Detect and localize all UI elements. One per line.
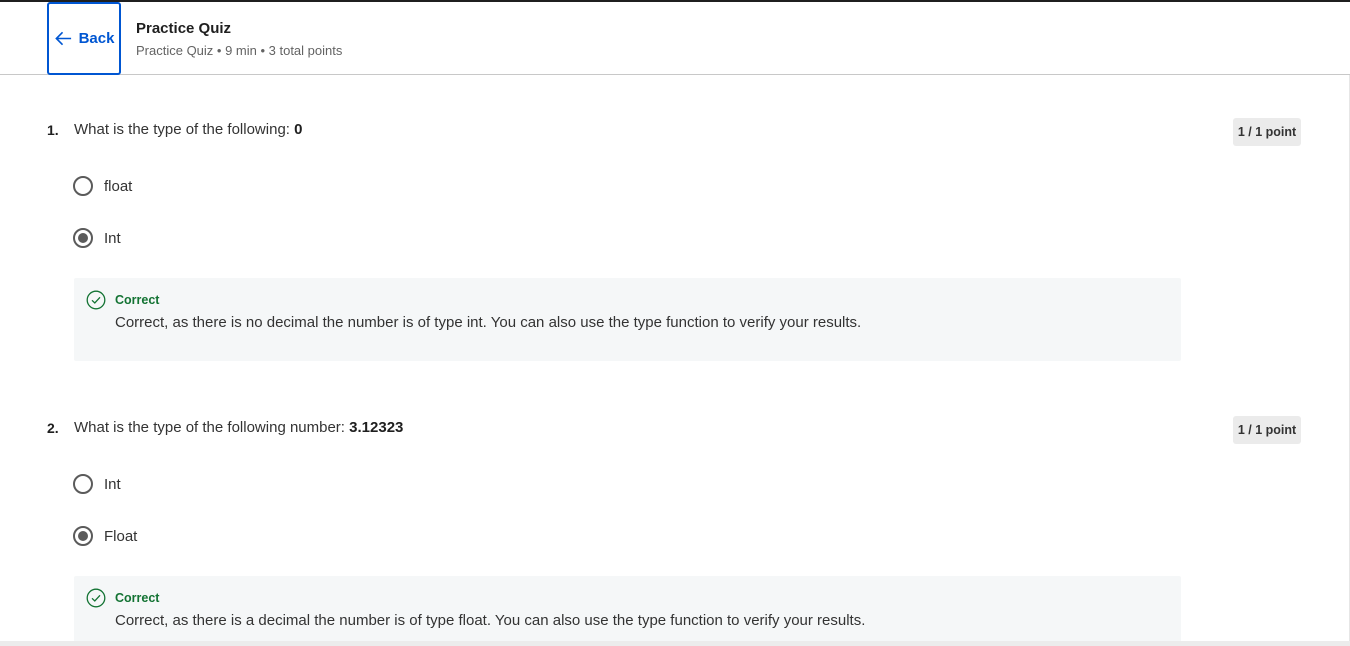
- option-label: float: [104, 177, 133, 195]
- back-button-label: Back: [78, 30, 115, 47]
- points-badge: 1 / 1 point: [1233, 118, 1301, 146]
- back-button[interactable]: Back: [47, 2, 121, 75]
- feedback-text: Correct, as there is no decimal the numb…: [115, 314, 862, 331]
- check-circle-icon: [86, 588, 106, 608]
- option-label: Int: [104, 229, 121, 247]
- question-text: What is the type of the following: 0: [74, 121, 303, 138]
- feedback-text: Correct, as there is a decimal the numbe…: [115, 612, 866, 629]
- arrow-left-icon: [54, 31, 71, 46]
- radio-button-selected[interactable]: [73, 526, 93, 546]
- answer-option[interactable]: float: [73, 176, 132, 196]
- question-number: 1.: [47, 122, 59, 138]
- check-circle-icon: [86, 290, 106, 310]
- feedback-panel: Correct Correct, as there is a decimal t…: [74, 576, 1181, 641]
- question-emphasis: 0: [294, 121, 303, 138]
- answer-option[interactable]: Float: [73, 526, 137, 546]
- bottom-edge: [0, 641, 1350, 646]
- question-number: 2.: [47, 420, 59, 436]
- points-badge: 1 / 1 point: [1233, 416, 1301, 444]
- feedback-status: Correct: [115, 591, 160, 605]
- question-text: What is the type of the following number…: [74, 419, 404, 436]
- page-title: Practice Quiz: [136, 20, 232, 37]
- quiz-header: Back Practice Quiz Practice Quiz • 9 min…: [0, 2, 1350, 75]
- question-emphasis: 3.12323: [349, 419, 404, 436]
- answer-option[interactable]: Int: [73, 474, 121, 494]
- quiz-content[interactable]: 1. What is the type of the following: 0 …: [0, 75, 1350, 641]
- feedback-status: Correct: [115, 293, 160, 307]
- radio-button[interactable]: [73, 474, 93, 494]
- answer-option[interactable]: Int: [73, 228, 121, 248]
- option-label: Int: [104, 475, 121, 493]
- quiz-meta: Practice Quiz • 9 min • 3 total points: [136, 43, 343, 58]
- feedback-panel: Correct Correct, as there is no decimal …: [74, 278, 1181, 361]
- option-label: Float: [104, 527, 138, 545]
- radio-button[interactable]: [73, 176, 93, 196]
- radio-button-selected[interactable]: [73, 228, 93, 248]
